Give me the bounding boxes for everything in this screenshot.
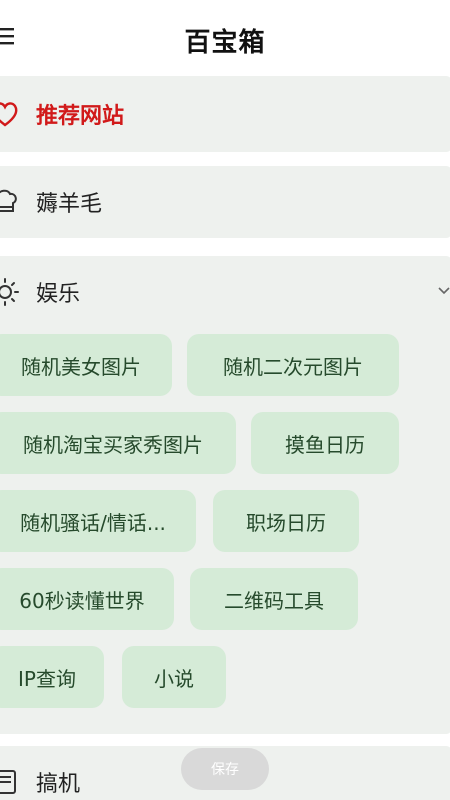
chip-qr-code-tool[interactable]: 二维码工具: [190, 568, 358, 630]
section-label-recommended: 推荐网站: [36, 104, 125, 129]
chip-random-anime-images[interactable]: 随机二次元图片: [187, 334, 399, 396]
heart-icon: [0, 102, 18, 127]
save-button[interactable]: 保存: [181, 748, 269, 790]
section-label-tinkering: 搞机: [36, 772, 81, 797]
chevron-down-icon: [438, 287, 450, 295]
section-recommended[interactable]: 推荐网站: [0, 76, 450, 152]
chip-random-flirty-talk[interactable]: 随机骚话/情话...: [0, 490, 196, 552]
chip-random-beauty-images[interactable]: 随机美女图片: [0, 334, 172, 396]
chip-slacking-calendar[interactable]: 摸鱼日历: [251, 412, 399, 474]
sun-icon: [0, 278, 19, 306]
device-icon: [0, 770, 16, 794]
page-title: 百宝箱: [184, 28, 266, 58]
top-bar: 百宝箱: [0, 0, 450, 72]
section-label-entertainment: 娱乐: [36, 282, 81, 307]
chip-ip-lookup[interactable]: IP查询: [0, 646, 104, 708]
chef-hat-icon: [0, 189, 17, 212]
chip-60s-world-news[interactable]: 60秒读懂世界: [0, 568, 174, 630]
chip-novels[interactable]: 小说: [122, 646, 226, 708]
section-label-freebies: 薅羊毛: [36, 192, 103, 217]
chip-random-taobao-buyer-show[interactable]: 随机淘宝买家秀图片: [0, 412, 236, 474]
chip-workplace-calendar[interactable]: 职场日历: [213, 490, 359, 552]
section-freebies[interactable]: 薅羊毛: [0, 166, 450, 238]
section-entertainment: 娱乐 随机美女图片 随机二次元图片 随机淘宝买家秀图片 摸鱼日历 随机骚话/情话…: [0, 256, 450, 734]
section-header-entertainment[interactable]: 娱乐: [0, 260, 450, 324]
